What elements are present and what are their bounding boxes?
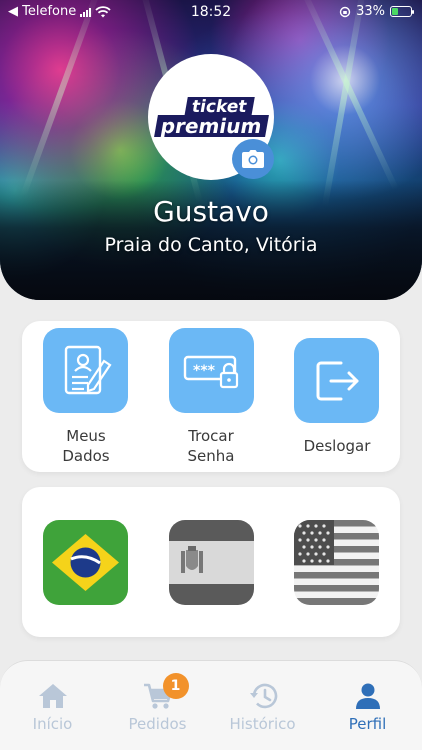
account-actions-card: Meus Dados *** Trocar Senha Deslogar bbox=[22, 321, 400, 472]
spain-flag-icon bbox=[169, 520, 254, 605]
user-icon bbox=[355, 683, 380, 709]
camera-icon bbox=[242, 150, 264, 168]
tab-bar: Início 1 Pedidos Histórico Perfil bbox=[0, 660, 422, 750]
my-data-button[interactable] bbox=[43, 328, 128, 413]
language-english-button[interactable] bbox=[294, 520, 379, 605]
brazil-flag-icon bbox=[52, 534, 119, 591]
history-icon bbox=[249, 683, 277, 709]
tab-pedidos[interactable]: 1 Pedidos bbox=[105, 661, 210, 750]
change-password-label: Trocar Senha bbox=[187, 427, 235, 465]
battery-icon bbox=[390, 6, 414, 17]
home-icon bbox=[38, 684, 67, 708]
status-bar: ◀ Telefone 18:52 33% bbox=[0, 0, 422, 24]
change-photo-button[interactable] bbox=[232, 139, 274, 179]
profile-form-icon bbox=[64, 345, 112, 394]
svg-text:***: *** bbox=[193, 363, 216, 379]
battery-percent: 33% bbox=[356, 4, 385, 19]
tab-historico-label: Histórico bbox=[229, 715, 296, 733]
logout-icon bbox=[316, 361, 358, 400]
language-spanish-button[interactable] bbox=[169, 520, 254, 605]
tab-inicio[interactable]: Início bbox=[0, 661, 105, 750]
language-portuguese-button[interactable] bbox=[43, 520, 128, 605]
logo-premium-text: premium bbox=[153, 114, 269, 138]
tab-perfil-label: Perfil bbox=[348, 715, 387, 733]
user-location: Praia do Canto, Vitória bbox=[104, 234, 318, 256]
cart-badge: 1 bbox=[162, 673, 189, 699]
tab-perfil[interactable]: Perfil bbox=[315, 661, 420, 750]
logout-button[interactable] bbox=[294, 338, 379, 423]
tab-pedidos-label: Pedidos bbox=[128, 715, 187, 733]
language-card bbox=[22, 487, 400, 637]
password-lock-icon: *** bbox=[183, 355, 238, 388]
change-password-button[interactable]: *** bbox=[169, 328, 254, 413]
tab-historico[interactable]: Histórico bbox=[210, 661, 315, 750]
tab-inicio-label: Início bbox=[32, 715, 73, 733]
logout-label: Deslogar bbox=[303, 437, 371, 455]
my-data-label: Meus Dados bbox=[62, 427, 110, 465]
orientation-lock-icon bbox=[339, 6, 351, 17]
user-name: Gustavo bbox=[153, 195, 269, 228]
usa-flag-icon bbox=[294, 520, 379, 605]
